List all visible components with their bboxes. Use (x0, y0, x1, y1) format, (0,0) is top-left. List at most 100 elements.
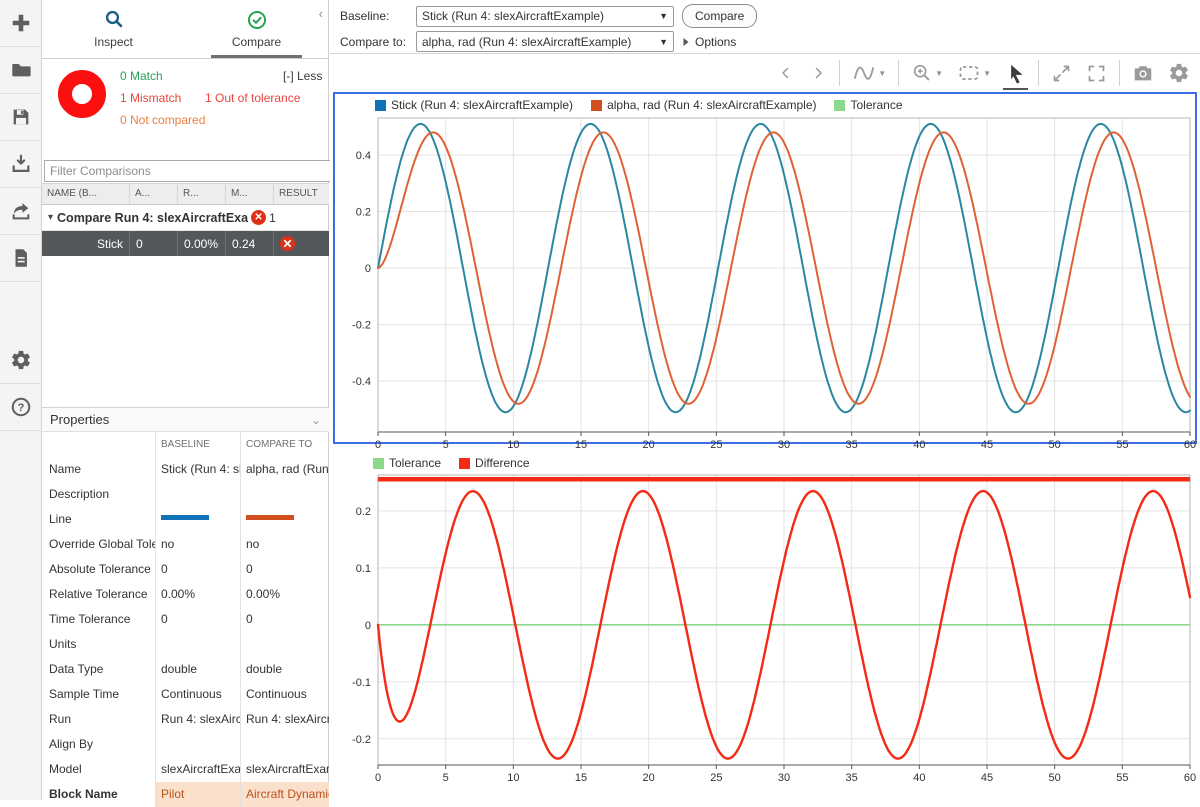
legend-label: Stick (Run 4: slexAircraftExample) (391, 98, 573, 112)
toolbar-separator (898, 60, 899, 86)
baseline-label: Baseline: (340, 9, 408, 23)
legend-item: Tolerance (834, 98, 902, 112)
inspect-magnifier-icon (103, 9, 125, 31)
property-baseline-value: 0.00% (155, 582, 240, 607)
comparison-group-row[interactable]: ▾ Compare Run 4: slexAircraftExa ✕ 1 (42, 205, 329, 231)
baseline-compare-chart[interactable]: Stick (Run 4: slexAircraftExample) alpha… (333, 92, 1197, 444)
previous-tool-icon[interactable] (775, 62, 797, 84)
x-tick-label: 10 (507, 439, 519, 451)
top-chart-plot[interactable]: 051015202530354045505560-0.4-0.200.20.4 (335, 116, 1195, 442)
properties-collapse-chevron-icon[interactable]: ⌄ (311, 413, 321, 427)
property-label: Absolute Tolerance (42, 557, 155, 582)
import-icon (10, 153, 32, 175)
help-button[interactable]: ? (0, 384, 42, 431)
save-button[interactable] (0, 94, 42, 141)
baseline-dropdown[interactable]: Stick (Run 4: slexAircraftExample) ▼ (416, 6, 674, 27)
property-row-block-name: Block Name Pilot Aircraft Dynamics Model (42, 782, 329, 807)
export-icon (10, 200, 32, 222)
create-report-icon (10, 247, 32, 269)
signal-cursor-caret-icon[interactable]: ▼ (878, 69, 886, 78)
tab-inspect-label: Inspect (94, 35, 133, 49)
pointer-tool-icon[interactable] (1003, 61, 1028, 86)
properties-header[interactable]: Properties ⌄ (42, 407, 329, 432)
next-tool-icon[interactable] (807, 62, 829, 84)
column-header-1[interactable]: A... (130, 184, 178, 204)
toolbar-separator (1119, 60, 1120, 86)
compare-to-row: Compare to: alpha, rad (Run 4: slexAircr… (340, 31, 736, 52)
property-label: Run (42, 707, 155, 732)
filter-comparisons-input[interactable] (44, 160, 337, 182)
baseline-line-swatch (155, 507, 240, 532)
create-report-button[interactable] (0, 235, 42, 282)
signal-cursor-tool-icon[interactable]: ▼ (850, 59, 888, 87)
tab-compare[interactable]: Compare (185, 0, 328, 58)
import-button[interactable] (0, 141, 42, 188)
signal-row-stick[interactable]: Stick00.00%0.24 (42, 231, 329, 256)
zoom-caret-icon[interactable]: ▼ (935, 69, 943, 78)
compare-line-swatch (240, 507, 329, 532)
add-button[interactable] (0, 0, 42, 47)
x-tick-label: 0 (375, 439, 381, 451)
settings-tool-icon[interactable] (1166, 60, 1192, 86)
property-label: Model (42, 757, 155, 782)
x-tick-label: 55 (1116, 772, 1128, 784)
preferences-button[interactable] (0, 337, 42, 384)
tab-inspect[interactable]: Inspect (42, 0, 185, 58)
camera-tool-icon[interactable] (1130, 60, 1156, 86)
view-tabs: Inspect Compare (42, 0, 328, 59)
property-label: Relative Tolerance (42, 582, 155, 607)
property-row-line: Line (42, 507, 329, 532)
group-expand-caret-icon[interactable]: ▾ (48, 212, 53, 223)
y-tick-label: 0.1 (356, 563, 371, 575)
add-icon (10, 12, 32, 34)
x-tick-label: 30 (778, 439, 790, 451)
x-tick-label: 45 (981, 772, 993, 784)
options-expander[interactable]: Options (682, 35, 736, 49)
fullscreen-tool-icon[interactable] (1084, 61, 1109, 86)
property-baseline-value: Run 4: slexAircraftExample (155, 707, 240, 732)
property-row-sample-time: Sample Time Continuous Continuous (42, 682, 329, 707)
property-compare-value: 0 (240, 607, 329, 632)
less-toggle[interactable]: [-] Less (283, 69, 322, 83)
open-button[interactable] (0, 47, 42, 94)
comparison-table-header[interactable]: NAME (B...A...R...M...RESULT (42, 183, 329, 205)
difference-chart[interactable]: Tolerance Difference 0510152025303540455… (333, 452, 1197, 798)
zoom-region-tool-icon[interactable]: ▼ (955, 59, 993, 87)
help-icon: ? (10, 396, 32, 418)
column-header-0[interactable]: NAME (B... (42, 184, 130, 204)
legend-item: Tolerance (373, 456, 441, 470)
compare-button[interactable]: Compare (682, 4, 757, 28)
property-label: Time Tolerance (42, 607, 155, 632)
property-baseline-value (155, 732, 240, 757)
property-compare-value (240, 482, 329, 507)
signal-name-cell: Stick (42, 231, 130, 256)
tab-compare-label: Compare (232, 35, 281, 49)
result-donut-chart (58, 70, 106, 118)
zoom-region-caret-icon[interactable]: ▼ (983, 69, 991, 78)
compare-to-dropdown[interactable]: alpha, rad (Run 4: slexAircraftExample) … (416, 31, 674, 52)
y-tick-label: 0 (365, 620, 371, 632)
property-baseline-value: no (155, 532, 240, 557)
collapse-panel-icon[interactable]: ‹ (319, 6, 323, 21)
x-tick-label: 50 (1049, 439, 1061, 451)
legend-swatch (459, 458, 470, 469)
max-difference-cell: 0.24 (226, 231, 274, 256)
pan-tool-icon[interactable] (1049, 61, 1074, 86)
compare-to-dropdown-caret-icon: ▼ (659, 37, 668, 47)
property-row-description: Description (42, 482, 329, 507)
property-baseline-value: double (155, 657, 240, 682)
column-header-4[interactable]: RESULT (274, 184, 329, 204)
column-header-3[interactable]: M... (226, 184, 274, 204)
export-button[interactable] (0, 188, 42, 235)
property-compare-value: alpha, rad (Run 4: slexAircraftExample) (240, 457, 329, 482)
zoom-tool-icon[interactable]: ▼ (909, 60, 945, 86)
property-label: Data Type (42, 657, 155, 682)
options-caret-right-icon (682, 37, 690, 47)
out-of-tolerance-count: 1 Out of tolerance (205, 91, 300, 105)
legend-label: Difference (475, 456, 529, 470)
x-tick-label: 30 (778, 772, 790, 784)
bottom-chart-plot[interactable]: 051015202530354045505560-0.2-0.100.10.2 (333, 474, 1197, 798)
property-compare-value: 0.00% (240, 582, 329, 607)
column-header-2[interactable]: R... (178, 184, 226, 204)
x-tick-label: 40 (913, 439, 925, 451)
